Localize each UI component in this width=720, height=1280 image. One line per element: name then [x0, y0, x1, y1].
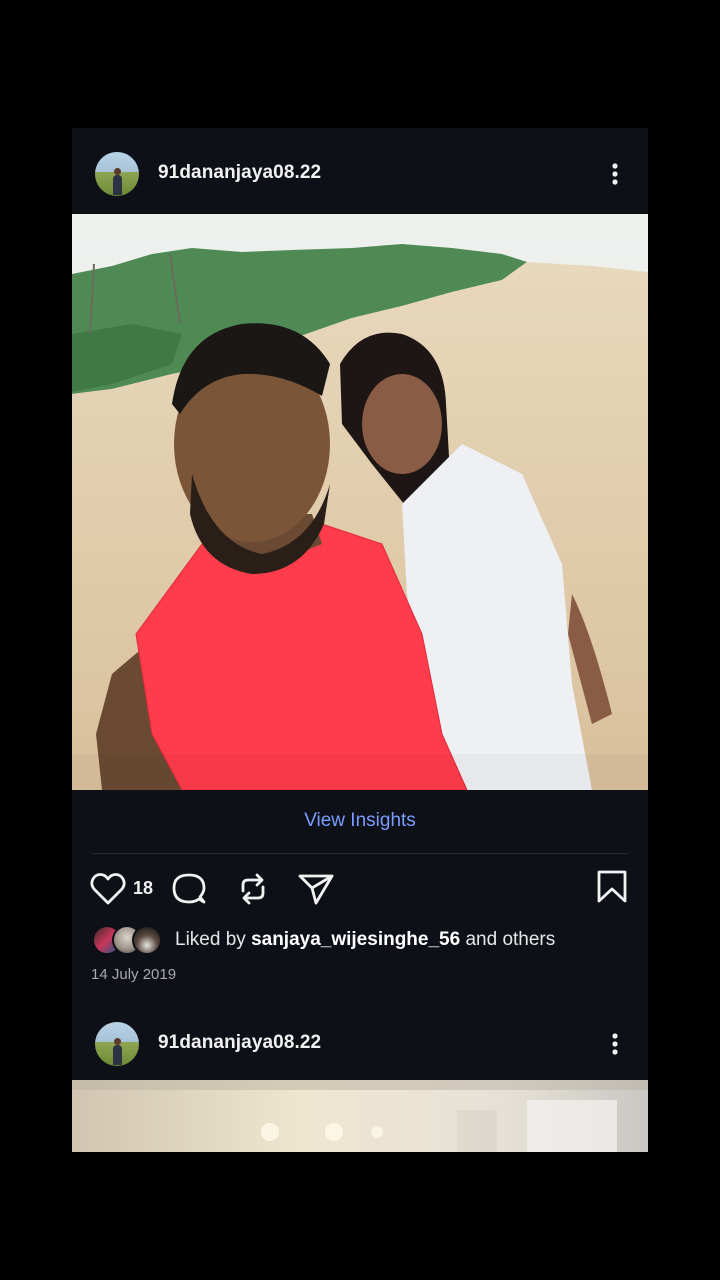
comment-icon[interactable] — [171, 871, 207, 907]
beach-selfie-photo — [72, 214, 648, 790]
liked-by-text: Liked by sanjaya_wijesinghe_56 and other… — [175, 929, 555, 951]
insights-bar: View Insights — [72, 790, 648, 852]
avatar[interactable] — [95, 1022, 139, 1066]
like-count[interactable]: 18 — [133, 878, 153, 899]
username[interactable]: 91dananjaya08.22 — [158, 162, 321, 184]
post-image[interactable] — [72, 214, 648, 790]
divider — [92, 853, 628, 854]
liked-by-avatars — [92, 925, 164, 955]
liked-by-row[interactable]: Liked by sanjaya_wijesinghe_56 and other… — [92, 925, 632, 955]
avatar[interactable] — [95, 152, 139, 196]
liked-by-prefix: Liked by — [175, 929, 246, 950]
liked-by-username[interactable]: sanjaya_wijesinghe_56 — [251, 929, 460, 950]
post-actions: 18 — [72, 868, 648, 912]
liked-by-suffix[interactable]: and others — [465, 929, 555, 950]
post-image[interactable] — [72, 1080, 648, 1152]
send-icon[interactable] — [297, 871, 335, 907]
avatar — [132, 925, 162, 955]
bookmark-icon[interactable] — [596, 869, 628, 905]
post-date: 14 July 2019 — [91, 966, 177, 983]
view-insights-link[interactable]: View Insights — [304, 810, 416, 832]
indoor-photo — [72, 1080, 648, 1152]
more-options-icon[interactable] — [604, 161, 626, 187]
post-header: 91dananjaya08.22 — [72, 128, 648, 214]
more-options-icon[interactable] — [604, 1031, 626, 1057]
feed-container: 91dananjaya08.22 View Insights 18 Liked … — [72, 128, 648, 1152]
heart-icon[interactable] — [90, 872, 126, 906]
username[interactable]: 91dananjaya08.22 — [158, 1032, 321, 1054]
repost-icon[interactable] — [235, 871, 271, 907]
post-header: 91dananjaya08.22 — [72, 998, 648, 1084]
